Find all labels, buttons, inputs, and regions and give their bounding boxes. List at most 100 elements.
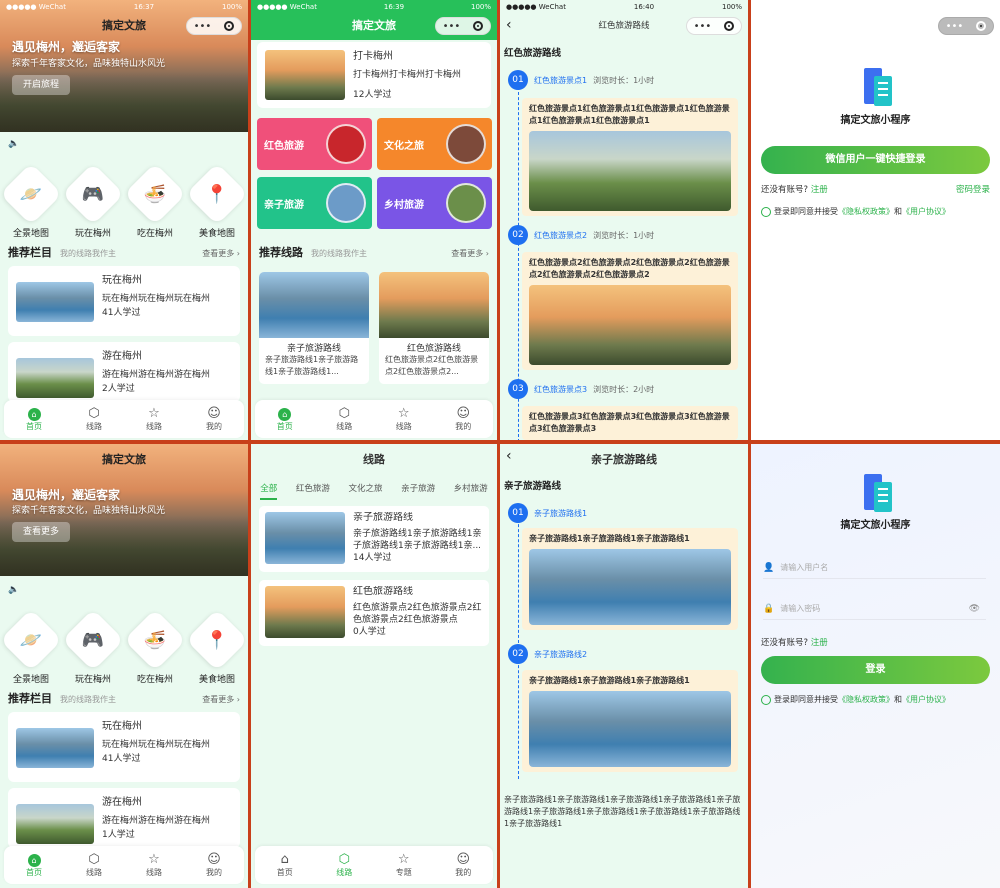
back-arrow-icon[interactable]: ‹ bbox=[506, 17, 512, 33]
bowl-icon: 🍜 bbox=[143, 629, 167, 651]
hero-start-button[interactable]: 开启旅程 bbox=[12, 75, 70, 95]
step-card[interactable]: 亲子旅游路线1亲子旅游路线1亲子旅游路线1 bbox=[522, 528, 738, 630]
tab-mine[interactable]: ☺ 我的 bbox=[438, 406, 488, 432]
list-item[interactable]: 玩在梅州 玩在梅州玩在梅州玩在梅州 41人学过 bbox=[8, 266, 240, 336]
step-number: 02 bbox=[508, 644, 528, 664]
screens-grid: ●●●●● WeChat 16:37 100% 搞定文旅 ••• 遇见梅州，邂逅客家… bbox=[0, 0, 1000, 888]
gamepad-icon: 🎮 bbox=[81, 629, 105, 651]
eye-icon[interactable]: 👁 bbox=[969, 604, 980, 614]
grid-card[interactable]: 红色旅游路线 红色旅游景点2红色旅游景点2红色旅游景点2... bbox=[379, 272, 489, 384]
step-card[interactable]: 亲子旅游路线1亲子旅游路线1亲子旅游路线1 bbox=[522, 670, 738, 772]
cube-icon: ⬡ bbox=[88, 406, 100, 421]
tab-route-2[interactable]: ☆ 线路 bbox=[129, 406, 179, 432]
close-target-icon[interactable] bbox=[224, 21, 235, 31]
list-item[interactable]: 游在梅州 游在梅州游在梅州游在梅州 1人学过 bbox=[8, 788, 240, 848]
grid-card[interactable]: 亲子旅游路线 亲子旅游路线1亲子旅游路线1亲子旅游路线1... bbox=[259, 272, 369, 384]
tab-home[interactable]: ⌂ 首页 bbox=[9, 852, 59, 878]
star-icon: ☆ bbox=[397, 406, 410, 421]
tab-mine[interactable]: ☺ 我的 bbox=[438, 852, 488, 878]
tab-mine[interactable]: ☺ 我的 bbox=[189, 406, 239, 432]
wechat-login-screen: ••• 搞定文旅小程序 微信用户一键快捷登录 还没有账号? 注册 密码登录 登录即… bbox=[751, 0, 1000, 440]
feature-play[interactable]: 🎮 玩在梅州 bbox=[61, 608, 125, 685]
list-item[interactable]: 红色旅游路线 红色旅游景点2红色旅游景点2红色旅游景点2红色旅游景点 0人学过 bbox=[259, 580, 489, 646]
feature-play[interactable]: 🎮 玩在梅州 bbox=[61, 162, 125, 239]
close-target-icon[interactable] bbox=[473, 21, 484, 31]
tab-bar: ⌂ 首页 ⬡ 线路 ☆ 线路 ☺ 我的 bbox=[4, 846, 244, 884]
app-logo-icon bbox=[860, 68, 892, 106]
step-card[interactable]: 红色旅游景点1红色旅游景点1红色旅游景点1红色旅游景点1红色旅游景点1红色旅游景… bbox=[522, 98, 738, 216]
filter-family[interactable]: 亲子旅游 bbox=[401, 482, 435, 500]
app-logo-icon bbox=[860, 474, 892, 512]
view-more-link[interactable]: 查看更多 › bbox=[202, 248, 240, 259]
step-card[interactable]: 红色旅游景点3红色旅游景点3红色旅游景点3红色旅游景点3红色旅游景点3 bbox=[522, 406, 738, 440]
feature-panorama-map[interactable]: 🪐 全景地图 bbox=[0, 608, 63, 685]
page-title: 亲子旅游路线 bbox=[504, 481, 562, 492]
checkin-card[interactable]: 打卡梅州 打卡梅州打卡梅州打卡梅州 12人学过 bbox=[257, 42, 491, 108]
home-icon: ⌂ bbox=[27, 854, 41, 867]
filter-all[interactable]: 全部 bbox=[260, 482, 278, 500]
filter-rural[interactable]: 乡村旅游 bbox=[454, 482, 488, 500]
password-field[interactable]: 🔒 请输入密码 👁 bbox=[763, 598, 986, 620]
step-image bbox=[529, 549, 731, 625]
lock-icon: 🔒 bbox=[763, 603, 775, 614]
item-thumb bbox=[259, 272, 369, 338]
capsule-menu[interactable]: ••• bbox=[186, 17, 242, 35]
back-arrow-icon[interactable]: ‹ bbox=[506, 448, 512, 464]
tile-red-tour[interactable]: 红色旅游 bbox=[257, 118, 372, 170]
privacy-link[interactable]: 《隐私权政策》 bbox=[838, 694, 894, 705]
tab-home[interactable]: ⌂ 首页 bbox=[260, 406, 310, 432]
item-thumb bbox=[16, 358, 94, 398]
feature-food-map[interactable]: 📍 美食地图 bbox=[185, 162, 248, 239]
privacy-link[interactable]: 《隐私权政策》 bbox=[838, 206, 894, 217]
tab-route[interactable]: ⬡ 线路 bbox=[319, 406, 369, 432]
tile-family-tour[interactable]: 亲子旅游 bbox=[257, 177, 372, 229]
status-bar: ●●●●● WeChat 16:39 100% bbox=[257, 2, 491, 11]
step-number: 02 bbox=[508, 225, 528, 245]
tab-route-2[interactable]: ☆ 线路 bbox=[379, 406, 429, 432]
feature-eat[interactable]: 🍜 吃在梅州 bbox=[123, 608, 187, 685]
item-thumb bbox=[16, 804, 94, 844]
list-item[interactable]: 游在梅州 游在梅州游在梅州游在梅州 2人学过 bbox=[8, 342, 240, 402]
tab-home[interactable]: ⌂ 首页 bbox=[9, 406, 59, 432]
hero-more-button[interactable]: 查看更多 bbox=[12, 522, 70, 542]
feature-food-map[interactable]: 📍 美食地图 bbox=[185, 608, 248, 685]
filter-culture[interactable]: 文化之旅 bbox=[348, 482, 382, 500]
filter-red[interactable]: 红色旅游 bbox=[296, 482, 330, 500]
feature-eat[interactable]: 🍜 吃在梅州 bbox=[123, 162, 187, 239]
cube-icon: ⬡ bbox=[338, 406, 350, 421]
close-target-icon[interactable] bbox=[724, 21, 735, 31]
star-icon: ☆ bbox=[148, 406, 160, 421]
capsule-menu[interactable]: ••• bbox=[938, 17, 994, 35]
list-item[interactable]: 玩在梅州 玩在梅州玩在梅州玩在梅州 41人学过 bbox=[8, 712, 240, 782]
username-field[interactable]: 👤 请输入用户名 bbox=[763, 557, 986, 579]
home-screen: ●●●●● WeChat 16:37 100% 搞定文旅 ••• 遇见梅州，邂逅客家… bbox=[0, 0, 248, 440]
tab-route[interactable]: ⬡ 线路 bbox=[319, 852, 369, 878]
user-agreement-link[interactable]: 《用户协议》 bbox=[902, 206, 950, 217]
user-agreement-link[interactable]: 《用户协议》 bbox=[902, 694, 950, 705]
register-link[interactable]: 注册 bbox=[811, 636, 828, 648]
tab-mine[interactable]: ☺ 我的 bbox=[189, 852, 239, 878]
agree-radio[interactable] bbox=[761, 206, 771, 217]
tile-culture-tour[interactable]: 文化之旅 bbox=[377, 118, 492, 170]
login-button[interactable]: 登录 bbox=[761, 656, 990, 684]
step-card[interactable]: 红色旅游景点2红色旅游景点2红色旅游景点2红色旅游景点2红色旅游景点2红色旅游景… bbox=[522, 252, 738, 370]
tab-topic[interactable]: ☆ 专题 bbox=[379, 852, 429, 878]
item-thumb bbox=[379, 272, 489, 338]
tab-route[interactable]: ⬡ 线路 bbox=[69, 406, 119, 432]
capsule-menu[interactable]: ••• bbox=[686, 17, 742, 35]
tile-rural-tour[interactable]: 乡村旅游 bbox=[377, 177, 492, 229]
nav-title: 线路 bbox=[363, 453, 385, 466]
capsule-menu[interactable]: ••• bbox=[435, 17, 491, 35]
close-target-icon[interactable] bbox=[976, 21, 987, 31]
tab-home[interactable]: ⌂ 首页 bbox=[260, 852, 310, 878]
view-more-link[interactable]: 查看更多 › bbox=[202, 694, 240, 705]
feature-panorama-map[interactable]: 🪐 全景地图 bbox=[0, 162, 63, 239]
agree-radio[interactable] bbox=[761, 694, 771, 705]
view-more-link[interactable]: 查看更多 › bbox=[451, 248, 489, 259]
list-item[interactable]: 亲子旅游路线 亲子旅游路线1亲子旅游路线1亲子旅游路线1亲子旅游路线1亲... 14… bbox=[259, 506, 489, 572]
tab-route[interactable]: ⬡ 线路 bbox=[69, 852, 119, 878]
tab-route-2[interactable]: ☆ 线路 bbox=[129, 852, 179, 878]
wechat-login-button[interactable]: 微信用户一键快捷登录 bbox=[761, 146, 990, 174]
register-link[interactable]: 注册 bbox=[811, 185, 828, 195]
password-login-link[interactable]: 密码登录 bbox=[956, 183, 990, 195]
